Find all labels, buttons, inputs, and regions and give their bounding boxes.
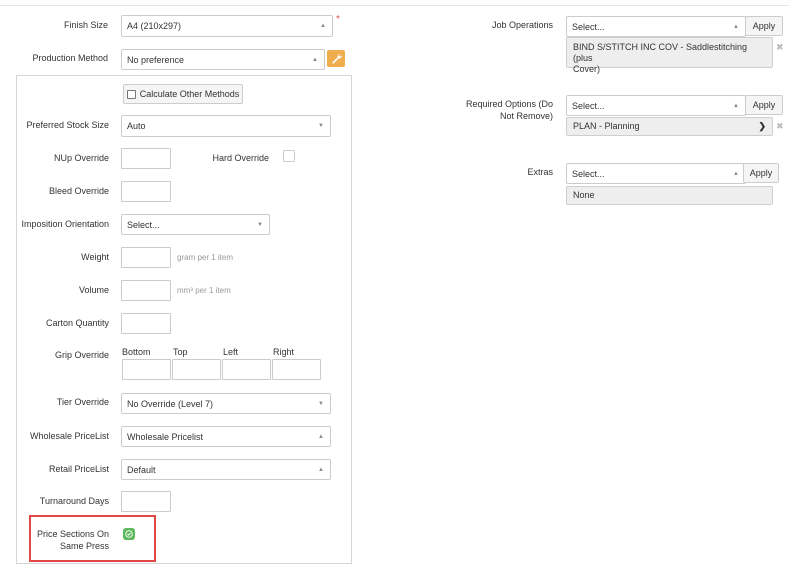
hard-override-label: Hard Override: [212, 153, 269, 163]
required-option-tag-label: PLAN - Planning: [573, 121, 640, 131]
grip-top-input[interactable]: [172, 359, 221, 380]
carton-quantity-input[interactable]: [121, 313, 171, 334]
extras-select[interactable]: Select... ▲: [566, 163, 746, 184]
top-divider: [0, 5, 789, 6]
check-circle-icon: [125, 530, 133, 538]
retail-pricelist-value: Default: [127, 464, 156, 475]
calculate-checkbox[interactable]: [126, 89, 136, 99]
job-operations-label: Job Operations: [491, 20, 553, 30]
job-operations-apply-button[interactable]: Apply: [745, 16, 783, 36]
turnaround-days-label: Turnaround Days: [39, 496, 109, 506]
preferred-stock-size-value: Auto: [127, 121, 146, 131]
weight-unit-hint: gram per 1 item: [177, 253, 234, 262]
grip-right-input[interactable]: [272, 359, 321, 380]
required-options-label-line1: Required Options (Do: [465, 99, 553, 109]
retail-pricelist-select[interactable]: Default ▲: [121, 459, 331, 480]
price-sections-label-line2: Same Press: [59, 541, 109, 551]
weight-input[interactable]: [121, 247, 171, 268]
wrench-icon: [331, 54, 342, 64]
required-options-select[interactable]: Select... ▲: [566, 95, 746, 116]
production-method-value: No preference: [127, 54, 185, 65]
tier-override-select[interactable]: No Override (Level 7) ▼: [121, 393, 331, 414]
production-method-label: Production Method: [32, 53, 108, 63]
required-options-label-line2: Not Remove): [499, 111, 553, 121]
imposition-orientation-value: Select...: [127, 219, 160, 230]
job-operations-select[interactable]: Select... ▲: [566, 16, 746, 37]
grip-left-input[interactable]: [222, 359, 271, 380]
extras-placeholder: Select...: [572, 168, 605, 179]
price-sections-label-line1: Price Sections On: [36, 529, 109, 539]
preferred-stock-size-select[interactable]: Auto ▼: [121, 115, 331, 137]
carton-quantity-label: Carton Quantity: [45, 318, 109, 328]
extras-label: Extras: [527, 167, 553, 177]
job-operation-tag-line1: BIND S/STITCH INC COV - Saddlestitching …: [573, 42, 748, 63]
required-options-apply-button[interactable]: Apply: [745, 95, 783, 115]
calculate-other-methods-button[interactable]: Calculate Other Methods: [123, 84, 243, 104]
imposition-orientation-select[interactable]: Select... ▼: [121, 214, 270, 235]
volume-label: Volume: [78, 285, 109, 295]
chevron-down-icon: ▼: [318, 123, 324, 129]
preferred-stock-size-label: Preferred Stock Size: [26, 120, 109, 130]
required-options-placeholder: Select...: [572, 100, 605, 111]
remove-job-operation-icon[interactable]: ✖: [776, 42, 784, 53]
grip-bottom-label: Bottom: [122, 347, 151, 357]
production-method-select[interactable]: No preference ▲: [121, 49, 325, 70]
calculate-button-label: Calculate Other Methods: [139, 89, 240, 99]
grip-right-label: Right: [273, 347, 295, 357]
wholesale-pricelist-value: Wholesale Pricelist: [127, 431, 204, 442]
wholesale-pricelist-select[interactable]: Wholesale Pricelist ▲: [121, 426, 331, 447]
nup-override-input[interactable]: [121, 148, 171, 169]
chevron-down-icon: ▼: [318, 400, 324, 407]
imposition-orientation-label: Imposition Orientation: [21, 219, 109, 229]
chevron-up-icon: ▲: [320, 23, 326, 29]
chevron-down-icon: ❯: [758, 121, 766, 131]
extras-apply-button[interactable]: Apply: [743, 163, 779, 183]
required-option-tag[interactable]: PLAN - Planning ❯: [566, 117, 773, 136]
required-marker: *: [336, 14, 340, 25]
wholesale-pricelist-label: Wholesale PriceList: [29, 431, 109, 441]
chevron-up-icon: ▲: [318, 466, 324, 473]
grip-left-label: Left: [223, 347, 239, 357]
retail-pricelist-label: Retail PriceList: [48, 464, 109, 474]
finish-size-value: A4 (210x297): [127, 21, 182, 31]
bleed-override-input[interactable]: [121, 181, 171, 202]
nup-override-label: NUp Override: [53, 153, 109, 163]
tier-override-value: No Override (Level 7): [127, 398, 214, 409]
grip-override-label: Grip Override: [54, 350, 109, 360]
extras-tag: None: [566, 186, 773, 205]
chevron-down-icon: ▼: [257, 221, 263, 228]
chevron-up-icon: ▲: [733, 23, 739, 30]
grip-top-label: Top: [173, 347, 188, 357]
chevron-up-icon: ▲: [312, 56, 318, 63]
job-operation-tag[interactable]: BIND S/STITCH INC COV - Saddlestitching …: [566, 37, 773, 74]
chevron-up-icon: ▲: [733, 170, 739, 177]
grip-bottom-input[interactable]: [122, 359, 171, 380]
remove-required-option-icon[interactable]: ✖: [776, 121, 784, 132]
bleed-override-label: Bleed Override: [48, 186, 109, 196]
volume-unit-hint: mm³ per 1 item: [177, 286, 231, 295]
turnaround-days-input[interactable]: [121, 491, 171, 512]
volume-input[interactable]: [121, 280, 171, 301]
weight-label: Weight: [81, 252, 109, 262]
price-sections-checkbox[interactable]: [123, 528, 135, 540]
wrench-button[interactable]: [327, 50, 345, 67]
chevron-up-icon: ▲: [318, 433, 324, 440]
job-operation-tag-line2: Cover): [573, 64, 601, 74]
finish-size-label: Finish Size: [63, 20, 108, 30]
finish-size-select[interactable]: A4 (210x297) ▲: [121, 15, 333, 37]
tier-override-label: Tier Override: [56, 397, 109, 407]
hard-override-checkbox[interactable]: [283, 150, 295, 162]
chevron-up-icon: ▲: [733, 102, 739, 109]
job-operations-placeholder: Select...: [572, 21, 605, 32]
